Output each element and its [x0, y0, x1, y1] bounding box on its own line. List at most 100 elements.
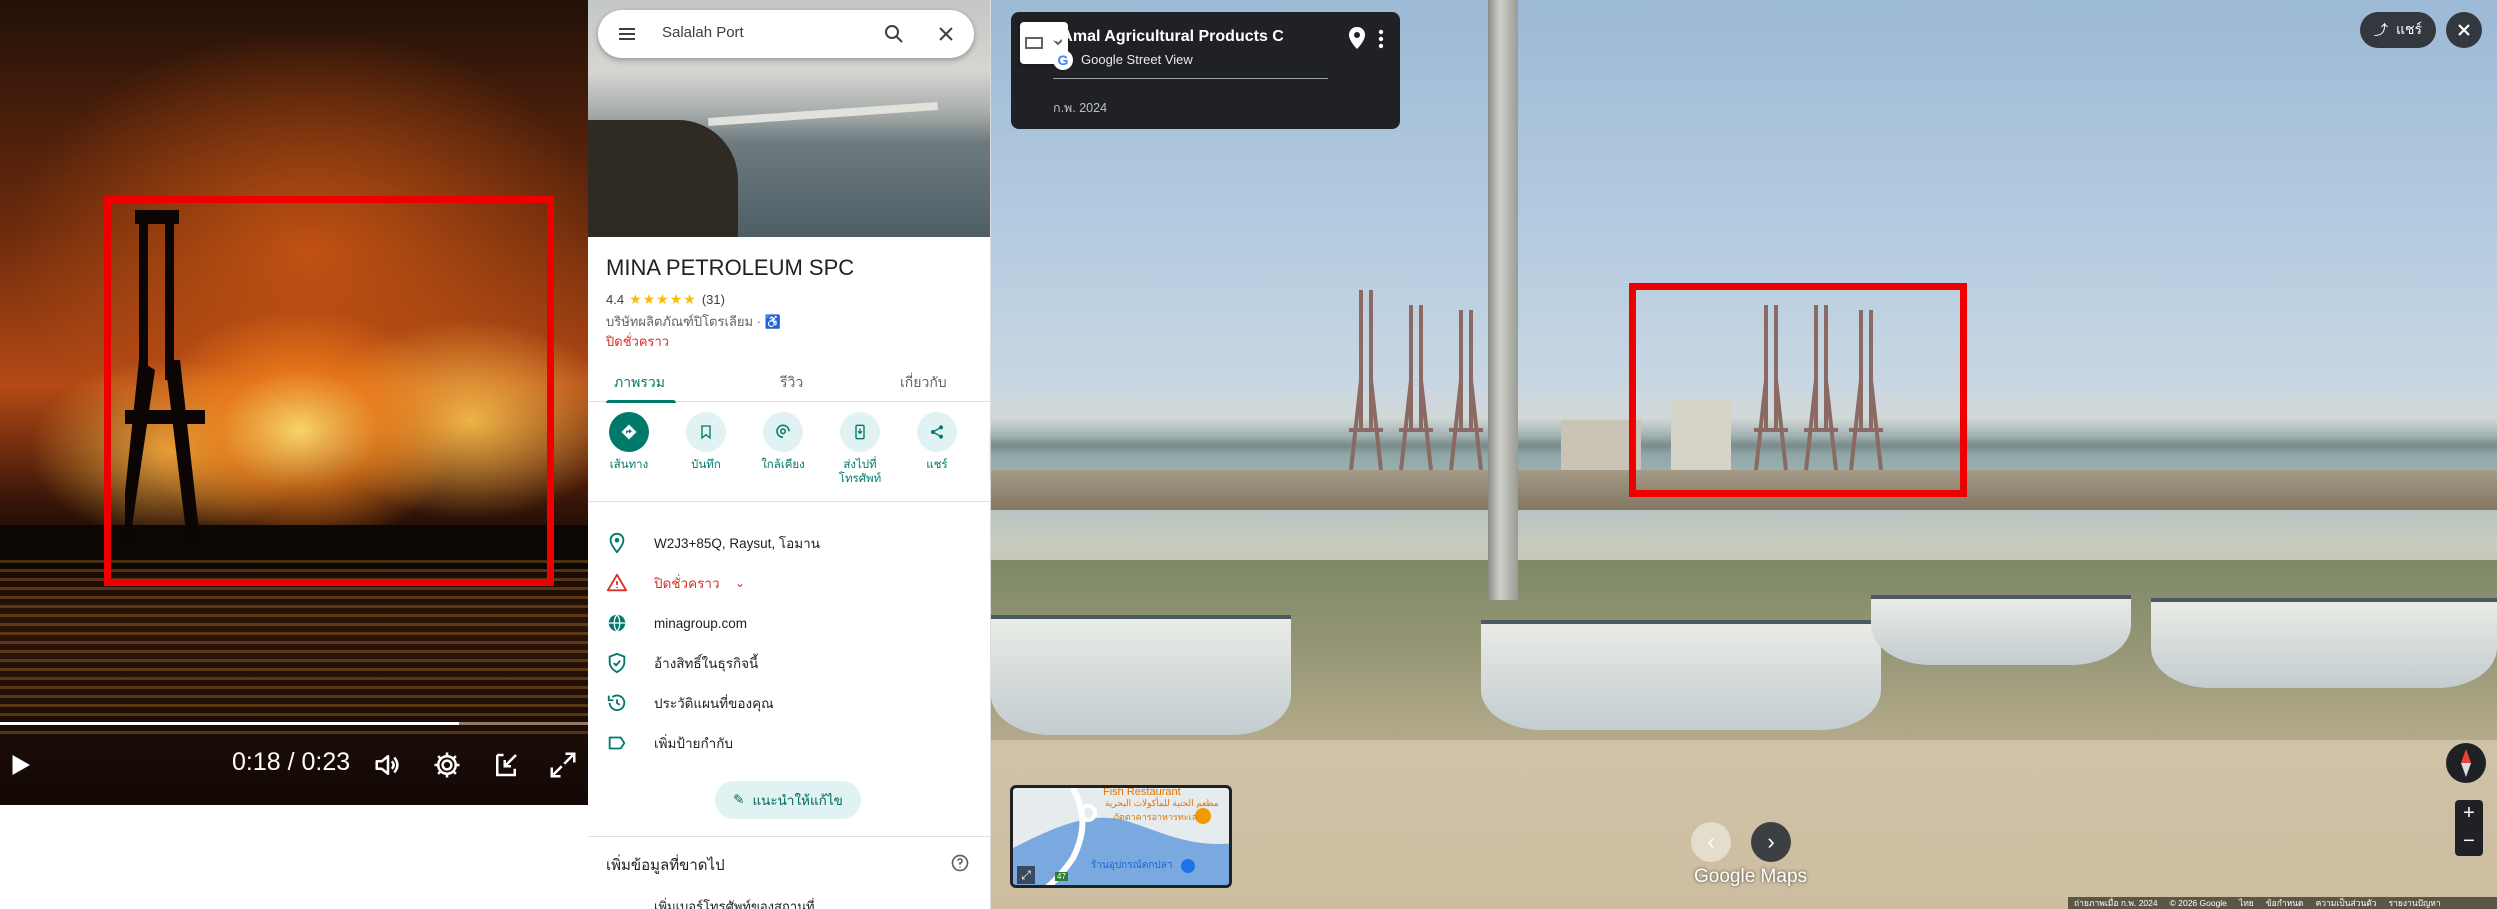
download-icon: [496, 753, 517, 777]
missing-info-heading: เพิ่มข้อมูลที่ขาดไป: [606, 857, 725, 874]
add-label-row[interactable]: เพิ่มป้ายกำกับ: [588, 725, 990, 761]
video-progress-fill: [0, 722, 459, 725]
location-pin-icon[interactable]: [1347, 26, 1367, 50]
nearby-icon: [776, 424, 790, 438]
minimap-label-arabic: مطعم الحنية للمأكولات البحرية: [1105, 798, 1219, 808]
road-shield: 47: [1055, 872, 1068, 881]
status-row[interactable]: ปิดชั่วคราว ⌄: [588, 565, 990, 601]
previous-image-button[interactable]: ‹: [1691, 822, 1731, 862]
tab-overview[interactable]: ภาพรวม: [614, 372, 665, 394]
place-tabs: ภาพรวม รีวิว เกี่ยวกับ: [588, 362, 990, 403]
compass-button[interactable]: [2446, 743, 2486, 783]
minimap[interactable]: Fish Restaurant مطعم الحنية للمأكولات ال…: [1010, 785, 1232, 888]
history-text: ประวัติแผนที่ของคุณ: [654, 696, 774, 711]
map-footer: ถ่ายภาพเมื่อ ก.พ. 2024 © 2026 Google ไทย…: [2068, 897, 2497, 909]
category-row: บริษัทผลิตภัณฑ์ปิโตรเลียม · ♿: [606, 311, 781, 332]
street-view-place-title[interactable]: l Amal Agricultural Products Comp...: [1053, 28, 1283, 46]
chevron-down-icon[interactable]: ⌄: [735, 576, 745, 590]
google-maps-logo: Google Maps: [1694, 866, 1808, 887]
review-count[interactable]: (31): [702, 292, 725, 307]
place-panel: Salalah Port MINA PETROLEUM SPC 4.4 ★★★★…: [588, 0, 991, 909]
footer-copyright: © 2026 Google: [2169, 898, 2227, 908]
label-icon: [608, 736, 626, 750]
photo-jetty: [708, 101, 938, 127]
share-button[interactable]: แชร์: [902, 412, 972, 472]
suggest-edit-button[interactable]: ✎ แนะนำให้แก้ไข: [715, 781, 861, 819]
next-image-button[interactable]: ›: [1751, 822, 1791, 862]
video-water-reflection: [0, 560, 588, 740]
save-circle: [686, 412, 726, 452]
action-buttons: เส้นทาง บันทึก ใกล้เคียง ส่งไปที่โทรศัพท…: [588, 412, 990, 502]
volume-button[interactable]: [368, 745, 408, 785]
add-phone-row[interactable]: เพิ่มเบอร์โทรศัพท์ของสถานที่: [654, 896, 815, 909]
tab-reviews[interactable]: รีวิว: [780, 372, 803, 394]
rating-value: 4.4: [606, 292, 625, 307]
close-street-view-button[interactable]: [2446, 12, 2482, 48]
status-closed: ปิดชั่วคราว: [606, 334, 670, 349]
search-box[interactable]: Salalah Port: [598, 10, 974, 58]
close-icon[interactable]: [934, 22, 958, 46]
zoom-out-button[interactable]: −: [2455, 828, 2483, 856]
website-row[interactable]: minagroup.com: [588, 605, 990, 641]
section-divider: [588, 836, 990, 837]
save-label: บันทึก: [691, 459, 721, 471]
capture-date[interactable]: ก.พ. 2024: [1053, 98, 1107, 118]
bookmark-icon: [701, 425, 711, 440]
fullscreen-button[interactable]: [543, 745, 583, 785]
share-button-sv[interactable]: ⤴ แชร์: [2360, 12, 2436, 48]
history-row[interactable]: ประวัติแผนที่ของคุณ: [588, 685, 990, 721]
street-view-info-card: l Amal Agricultural Products Comp... G G…: [1011, 12, 1400, 129]
search-icon[interactable]: [882, 22, 906, 46]
footer-terms[interactable]: ข้อกำหนด: [2266, 897, 2304, 909]
expand-map-icon[interactable]: ⤢: [1017, 866, 1035, 884]
place-category[interactable]: บริษัทผลิตภัณฑ์ปิโตรเลียม ·: [606, 314, 761, 329]
card-divider: [1053, 78, 1328, 79]
claim-business-row[interactable]: อ้างสิทธิ์ในธุรกิจนี้: [588, 645, 990, 681]
nearby-circle: [763, 412, 803, 452]
warning-icon: [606, 573, 628, 592]
close-icon: [2458, 24, 2470, 36]
pencil-icon: ✎: [733, 792, 745, 807]
footer-report[interactable]: รายงานปัญหา: [2389, 897, 2441, 909]
rating-stars: ★★★★★: [629, 291, 697, 307]
rating-row: 4.4 ★★★★★ (31): [606, 291, 725, 308]
play-icon: [12, 755, 30, 775]
tab-about[interactable]: เกี่ยวกับ: [900, 372, 947, 394]
claim-text: อ้างสิทธิ์ในธุรกิจนี้: [654, 656, 759, 671]
menu-icon[interactable]: [615, 22, 639, 46]
video-time: 0:18 / 0:23: [232, 748, 351, 776]
more-vert-icon[interactable]: [1375, 28, 1387, 50]
send-to-phone-circle: [840, 412, 880, 452]
video-player[interactable]: 0:18 / 0:23: [0, 0, 588, 805]
google-g-icon: G: [1053, 50, 1073, 70]
zoom-in-button[interactable]: +: [2455, 800, 2483, 828]
chevron-right-icon: ›: [1767, 829, 1775, 854]
help-icon[interactable]: [950, 853, 970, 873]
footer-privacy[interactable]: ความเป็นส่วนตัว: [2316, 897, 2377, 909]
share-icon: [931, 425, 943, 439]
address-row[interactable]: W2J3+85Q, Raysut, โอมาน: [588, 525, 990, 561]
play-button[interactable]: [0, 745, 40, 785]
directions-button[interactable]: เส้นทาง: [594, 412, 664, 472]
nearby-button[interactable]: ใกล้เคียง: [748, 412, 818, 472]
save-button[interactable]: บันทึก: [671, 412, 741, 472]
utility-pole: [1488, 0, 1518, 600]
download-button[interactable]: [486, 745, 526, 785]
street-view[interactable]: l Amal Agricultural Products Comp... G G…: [991, 0, 2497, 909]
active-tab-indicator: [606, 400, 676, 403]
settings-button[interactable]: [427, 745, 467, 785]
send-to-phone-label: ส่งไปที่โทรศัพท์: [838, 459, 882, 485]
directions-circle: [609, 412, 649, 452]
send-to-phone-button[interactable]: ส่งไปที่โทรศัพท์: [825, 412, 895, 486]
zoom-controls: + −: [2455, 800, 2483, 856]
video-progress-bar[interactable]: [0, 722, 588, 725]
search-input[interactable]: Salalah Port: [662, 24, 744, 41]
footer-language[interactable]: ไทย: [2239, 897, 2254, 909]
add-label-text: เพิ่มป้ายกำกับ: [654, 736, 733, 751]
gear-icon: [434, 752, 460, 778]
fullscreen-icon: [550, 752, 576, 778]
footer-capture-date: ถ่ายภาพเมื่อ ก.พ. 2024: [2074, 898, 2158, 908]
place-photo[interactable]: Salalah Port: [588, 0, 990, 237]
street-view-highlight-box: [1629, 283, 1967, 497]
verified-shield-icon: [608, 652, 626, 674]
